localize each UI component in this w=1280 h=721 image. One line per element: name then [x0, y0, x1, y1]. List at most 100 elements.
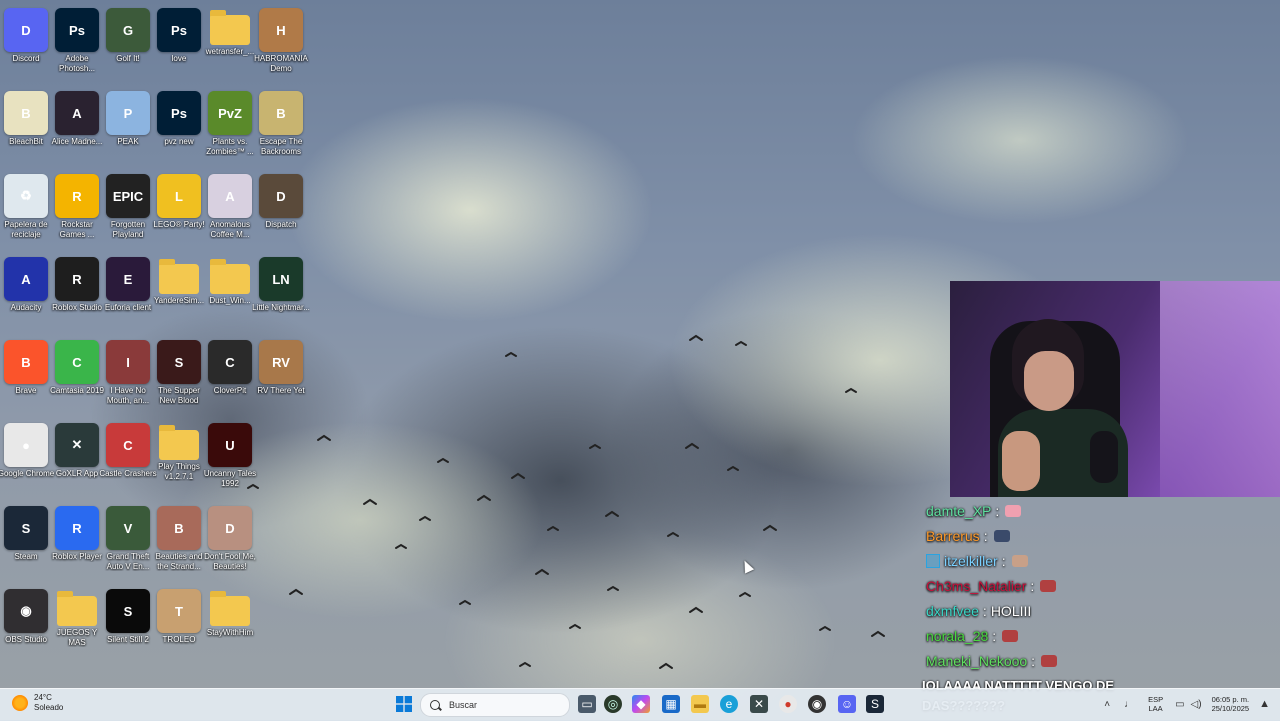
desktop-icon[interactable]: D Dispatch	[256, 174, 306, 230]
language-indicator[interactable]: ESP LAA	[1148, 695, 1163, 713]
folder-icon	[159, 425, 199, 460]
chat-username: itzelkiller	[944, 552, 998, 569]
desktop-icon[interactable]: R Roblox Studio	[52, 257, 102, 313]
desktop-icon[interactable]: Ps love	[154, 8, 204, 64]
microphone-icon[interactable]: ♩	[1124, 699, 1134, 710]
desktop-icon-label: Discord	[12, 54, 40, 63]
chat-message: Ch3ms_Natalier:	[920, 573, 1280, 598]
app-icon: ●	[4, 423, 48, 467]
chat-emote-icon	[1040, 579, 1057, 592]
desktop-icon[interactable]: B BleachBit	[1, 91, 51, 147]
chat-separator: :	[1001, 552, 1006, 569]
edge-icon[interactable]: e	[720, 695, 738, 713]
language-top: ESP	[1148, 695, 1164, 704]
desktop-icon[interactable]: S Steam	[1, 506, 51, 562]
desktop-icon[interactable]: H HABROMANIA Demo	[254, 8, 308, 73]
folder-icon	[210, 10, 250, 45]
desktop-icon[interactable]: ◉ OBS Studio	[1, 589, 51, 645]
clock[interactable]: 06:05 p. m. 25/10/2025	[1212, 695, 1250, 713]
file-explorer-icon[interactable]: ▬	[691, 695, 709, 713]
chevron-up-icon[interactable]: ˄	[1104, 699, 1110, 710]
app-icon: S	[106, 589, 150, 633]
app-icon: B	[157, 506, 201, 550]
taskbar-search[interactable]: Buscar	[420, 693, 570, 717]
desktop-icon-label: Adobe Photosh...	[58, 54, 96, 73]
app-icon: A	[208, 174, 252, 218]
copilot-icon[interactable]: ◆	[632, 695, 650, 713]
desktop-icon[interactable]: Ps pvz new	[154, 91, 204, 147]
desktop-icon[interactable]: wetransfer_...	[205, 8, 255, 57]
app-icon: R	[55, 506, 99, 550]
language-bottom: LAA	[1148, 704, 1163, 713]
chrome-icon[interactable]: ●	[779, 695, 797, 713]
desktop-icon[interactable]: StayWithHim	[205, 589, 255, 638]
desktop-icon[interactable]: A Anomalous Coffee M...	[205, 174, 255, 239]
desktop-icon[interactable]: YandereSim...	[154, 257, 204, 306]
desktop-icon[interactable]: RV RV There Yet	[256, 340, 306, 396]
desktop-icon[interactable]: ✕ GoXLR App	[52, 423, 102, 479]
desktop-icon[interactable]: EPIC Forgotten Playland	[103, 174, 153, 239]
desktop-icon[interactable]: JUEGOS Y MAS	[52, 589, 102, 647]
app-icon: LN	[259, 257, 303, 301]
folder-icon	[159, 259, 199, 294]
desktop-icon[interactable]: B Beauties and the Strand...	[154, 506, 204, 571]
desktop-icon[interactable]: Ps Adobe Photosh...	[52, 8, 102, 73]
desktop-icon[interactable]: P PEAK	[103, 91, 153, 147]
task-view-icon[interactable]: ▭	[578, 695, 596, 713]
desktop-icon[interactable]: U Uncanny Tales 1992	[204, 423, 256, 488]
desktop-icon[interactable]: T TROLEO	[154, 589, 204, 645]
network-icon[interactable]: ▭	[1175, 699, 1184, 710]
discord-icon[interactable]: ☺	[838, 695, 856, 713]
chat-message: Barrerus:	[920, 523, 1280, 548]
app-icon: Ps	[157, 91, 201, 135]
store-icon[interactable]: ▦	[662, 695, 680, 713]
desktop-icon[interactable]: Play Things v1.2.7.1	[154, 423, 204, 481]
notification-bell-icon[interactable]: ▲	[1259, 698, 1270, 710]
desktop-icon[interactable]: B Brave	[1, 340, 51, 396]
steam-icon[interactable]: S	[866, 695, 884, 713]
desktop-icon[interactable]: R Roblox Player	[52, 506, 102, 562]
desktop-icon[interactable]: C Camtasia 2019	[50, 340, 104, 396]
desktop-icon-label: Papelera de reciclaje	[4, 220, 48, 239]
desktop-icon[interactable]: C CloverPit	[205, 340, 255, 396]
desktop-icon-label: love	[171, 54, 187, 63]
desktop-icon[interactable]: D Don't Fool Me, Beauties!	[204, 506, 256, 571]
goxlr-icon[interactable]: ✕	[750, 695, 768, 713]
desktop-icon[interactable]: I I Have No Mouth, an...	[103, 340, 153, 405]
desktop-icon[interactable]: V Grand Theft Auto V En...	[103, 506, 153, 571]
desktop-icon[interactable]: D Discord	[1, 8, 51, 64]
xbox-icon[interactable]: ◎	[604, 695, 622, 713]
desktop-icon[interactable]: A Audacity	[1, 257, 51, 313]
desktop-icon[interactable]: G Golf It!	[103, 8, 153, 64]
desktop-icon-label: GoXLR App	[55, 469, 99, 478]
desktop-icon[interactable]: ● Google Chrome	[0, 423, 54, 479]
chat-badge-icon	[926, 553, 940, 568]
desktop-icon-label: Roblox Studio	[52, 303, 102, 312]
desktop-icon-label: Google Chrome	[0, 469, 55, 478]
desktop-icon[interactable]: S Silent Still 2	[103, 589, 153, 645]
desktop-icon-label: Euforia client	[104, 303, 152, 312]
desktop-icon[interactable]: S The Supper New Blood	[154, 340, 204, 405]
desktop-icon[interactable]: A Alice Madne...	[52, 91, 102, 147]
desktop-icon[interactable]: L LEGO® Party!	[153, 174, 205, 230]
desktop-icon-label: TROLEO	[162, 635, 196, 644]
desktop-icon[interactable]: E Euforia client	[103, 257, 153, 313]
app-icon: D	[4, 8, 48, 52]
chat-username: Maneki_Nekooo	[926, 652, 1028, 669]
desktop-icon[interactable]: LN Little Nightmar...	[252, 257, 310, 313]
app-icon: EPIC	[106, 174, 150, 218]
desktop-icon[interactable]: B Escape The Backrooms	[256, 91, 306, 156]
windows-start-icon[interactable]	[396, 696, 412, 712]
desktop-icon[interactable]: R Rockstar Games ...	[52, 174, 102, 239]
desktop-icon[interactable]: PvZ Plants vs. Zombies™ ...	[205, 91, 255, 156]
obs-icon[interactable]: ◉	[808, 695, 826, 713]
desktop-icon[interactable]: Dust_Win...	[205, 257, 255, 306]
weather-widget[interactable]: 24°C Soleado	[12, 693, 63, 713]
desktop-icon[interactable]: ♻ Papelera de reciclaje	[1, 174, 51, 239]
desktop-icon-label: LEGO® Party!	[153, 220, 205, 229]
chat-message: damte_XP:	[920, 498, 1280, 523]
chat-overlay: damte_XP: Barrerus: itzelkiller: Ch3ms_Nata…	[920, 498, 1280, 673]
volume-icon[interactable]: ◁)	[1191, 699, 1202, 710]
desktop-icon[interactable]: C Castle Crashers	[99, 423, 157, 479]
app-icon: PvZ	[208, 91, 252, 135]
